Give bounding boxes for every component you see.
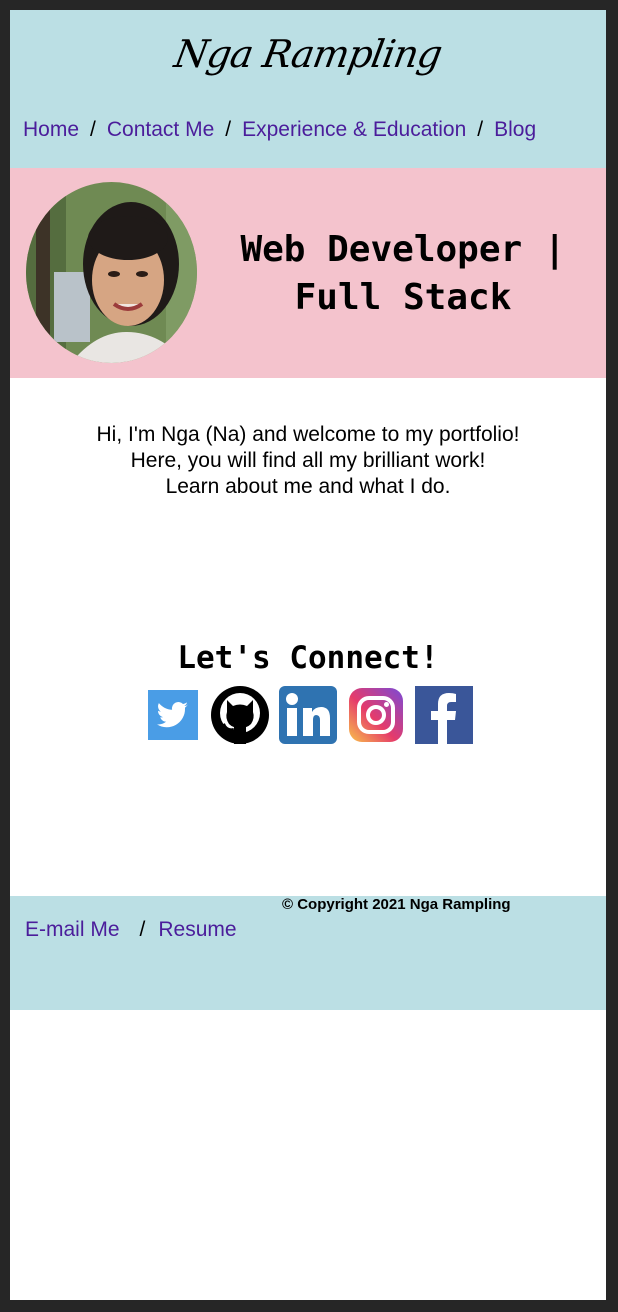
intro-line1: Hi, I'm Nga (Na) and welcome to my portf… <box>96 423 520 446</box>
linkedin-icon[interactable] <box>279 686 337 749</box>
site-logo[interactable]: Nga Rampling <box>10 32 606 76</box>
profile-avatar <box>26 182 197 363</box>
nav-blog-link[interactable]: Blog <box>494 118 536 141</box>
hero-title: Web Developer | Full Stack <box>232 226 574 322</box>
footer-separator: / <box>139 918 146 941</box>
resume-link[interactable]: Resume <box>158 918 236 941</box>
profile-photo-icon <box>26 182 197 363</box>
email-link[interactable]: E-mail Me <box>25 918 120 941</box>
nav-experience-link[interactable]: Experience & Education <box>242 118 466 141</box>
nav-separator: / <box>225 118 232 141</box>
twitter-icon[interactable] <box>148 690 198 745</box>
github-icon[interactable] <box>211 686 269 749</box>
site-header: Nga Rampling Home / Contact Me / Experience … <box>10 10 606 168</box>
instagram-icon[interactable] <box>349 688 403 747</box>
nav-separator: / <box>477 118 484 141</box>
copyright-text: © Copyright 2021 Nga Rampling <box>282 896 511 913</box>
page-frame: Nga Rampling Home / Contact Me / Experience … <box>10 10 606 1300</box>
nav-home-link[interactable]: Home <box>23 118 79 141</box>
nav-separator: / <box>90 118 96 141</box>
footer-nav: E-mail Me / Resume <box>25 918 237 942</box>
intro-line3: Learn about me and what I do. <box>165 475 451 498</box>
nav-contact-link[interactable]: Contact Me <box>107 118 214 141</box>
intro-text: Hi, I'm Nga (Na) and welcome to my portf… <box>10 422 606 500</box>
social-links <box>148 686 478 748</box>
main-nav: Home / Contact Me / Experience & Education / B… <box>23 118 606 142</box>
hero-banner: Web Developer | Full Stack <box>10 168 606 378</box>
connect-heading: Let's Connect! <box>177 640 439 676</box>
site-footer: © Copyright 2021 Nga Rampling E-mail Me /… <box>10 896 606 1010</box>
facebook-icon[interactable] <box>415 686 473 749</box>
intro-line2: Here, you will find all my brilliant wor… <box>130 449 486 472</box>
hero-title-line2: Full Stack <box>294 277 512 318</box>
hero-title-line1: Web Developer | <box>240 229 566 270</box>
